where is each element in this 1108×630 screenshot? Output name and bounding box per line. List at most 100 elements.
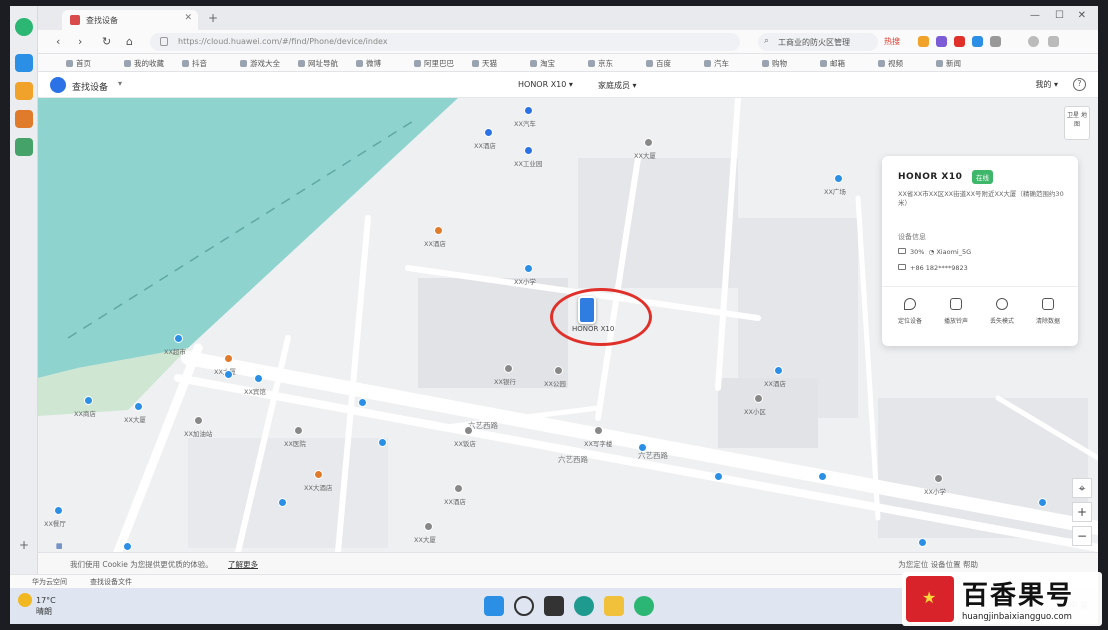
- poi-marker-icon[interactable]: [774, 366, 783, 375]
- cookie-learn-more-link[interactable]: 了解更多: [228, 559, 258, 570]
- extension-icon[interactable]: [954, 36, 965, 47]
- search-icon[interactable]: [514, 596, 534, 616]
- file-explorer-icon[interactable]: [604, 596, 624, 616]
- map-type-toggle[interactable]: 卫星 地图: [1064, 106, 1090, 140]
- bookmark-item[interactable]: 阿里巴巴: [414, 58, 454, 69]
- hot-search-link[interactable]: 热搜: [884, 36, 900, 47]
- poi-marker-icon[interactable]: [464, 426, 473, 435]
- poi-marker-icon[interactable]: [834, 174, 843, 183]
- poi-marker-icon[interactable]: [754, 394, 763, 403]
- poi-marker-icon[interactable]: [484, 128, 493, 137]
- download-item[interactable]: 查找设备文件: [90, 577, 132, 587]
- bookmark-item[interactable]: 游戏大全: [240, 58, 280, 69]
- tab-close-icon[interactable]: ✕: [184, 13, 192, 23]
- bookmark-item[interactable]: 天猫: [472, 58, 497, 69]
- rail-doc-icon[interactable]: [15, 138, 33, 156]
- erase-data-button[interactable]: 清除数据: [1026, 298, 1070, 325]
- bookmark-item[interactable]: 首页: [66, 58, 91, 69]
- extension-icon[interactable]: [918, 36, 929, 47]
- poi-marker-icon[interactable]: [123, 542, 132, 551]
- poi-marker-icon[interactable]: [554, 366, 563, 375]
- device-selector[interactable]: HONOR X10 ▾: [518, 80, 573, 89]
- rail-add-icon[interactable]: +: [19, 538, 29, 552]
- poi-marker-icon[interactable]: [424, 522, 433, 531]
- poi-marker-icon[interactable]: [194, 416, 203, 425]
- zoom-out-button[interactable]: −: [1072, 526, 1092, 546]
- bookmark-item[interactable]: 汽车: [704, 58, 729, 69]
- poi-marker-icon[interactable]: [1038, 498, 1047, 507]
- extension-icon[interactable]: [972, 36, 983, 47]
- bookmark-item[interactable]: 微博: [356, 58, 381, 69]
- rail-game-icon[interactable]: [15, 110, 33, 128]
- search-input[interactable]: ⌕ 工商业的防火区管理: [758, 33, 878, 51]
- locate-button[interactable]: ⌖: [1072, 478, 1092, 498]
- poi-marker-icon[interactable]: [818, 472, 827, 481]
- bookmark-item[interactable]: 视频: [878, 58, 903, 69]
- new-tab-button[interactable]: +: [208, 11, 218, 25]
- bookmark-item[interactable]: 抖音: [182, 58, 207, 69]
- poi-marker-icon[interactable]: [594, 426, 603, 435]
- poi-marker-icon[interactable]: [644, 138, 653, 147]
- tab-find-device[interactable]: 查找设备 ✕: [62, 10, 198, 30]
- poi-marker-icon[interactable]: [358, 398, 367, 407]
- account-menu[interactable]: 我的 ▾: [1035, 79, 1058, 90]
- rail-app-icon[interactable]: [15, 54, 33, 72]
- poi-marker-icon[interactable]: [524, 146, 533, 155]
- poi-marker-icon[interactable]: [918, 538, 927, 547]
- bookmark-item[interactable]: 新闻: [936, 58, 961, 69]
- bookmark-item[interactable]: 我的收藏: [124, 58, 164, 69]
- back-icon[interactable]: ‹: [56, 35, 60, 48]
- poi-marker-icon[interactable]: [934, 474, 943, 483]
- poi-marker-icon[interactable]: [434, 226, 443, 235]
- cookie-right-links[interactable]: 为您定位 设备位置 帮助: [898, 559, 978, 570]
- bookmark-item[interactable]: 购物: [762, 58, 787, 69]
- poi-marker-icon[interactable]: [714, 472, 723, 481]
- poi-marker-icon[interactable]: [224, 370, 233, 379]
- zoom-in-button[interactable]: +: [1072, 502, 1092, 522]
- bookmark-item[interactable]: 京东: [588, 58, 613, 69]
- url-input[interactable]: https://cloud.huawei.com/#/find/Phone/de…: [150, 33, 740, 51]
- bookmark-item[interactable]: 淘宝: [530, 58, 555, 69]
- help-icon[interactable]: ?: [1073, 78, 1086, 91]
- edge-icon[interactable]: [574, 596, 594, 616]
- browser-taskbar-icon[interactable]: [634, 596, 654, 616]
- poi-marker-icon[interactable]: [314, 470, 323, 479]
- bookmark-item[interactable]: 网址导航: [298, 58, 338, 69]
- poi-marker-icon[interactable]: [174, 334, 183, 343]
- poi-marker-icon[interactable]: [254, 374, 263, 383]
- download-item[interactable]: 华为云空间: [32, 577, 67, 587]
- poi-marker-icon[interactable]: [524, 106, 533, 115]
- browser-logo-icon[interactable]: [15, 18, 33, 36]
- rail-folder-icon[interactable]: [15, 82, 33, 100]
- poi-marker-icon[interactable]: [454, 484, 463, 493]
- task-view-icon[interactable]: [544, 596, 564, 616]
- lost-mode-button[interactable]: 丢失模式: [980, 298, 1024, 325]
- bookmark-item[interactable]: 邮箱: [820, 58, 845, 69]
- poi-marker-icon[interactable]: [84, 396, 93, 405]
- poi-marker-icon[interactable]: [294, 426, 303, 435]
- extension-icon[interactable]: [936, 36, 947, 47]
- settings-icon[interactable]: [1028, 36, 1039, 47]
- forward-icon[interactable]: ›: [78, 35, 82, 48]
- weather-widget[interactable]: 17°C 晴朗: [18, 593, 56, 617]
- poi-marker-icon[interactable]: [638, 443, 647, 452]
- poi-marker-icon[interactable]: [54, 506, 63, 515]
- reload-icon[interactable]: ↻: [102, 35, 111, 48]
- poi-marker-icon[interactable]: [524, 264, 533, 273]
- start-icon[interactable]: [484, 596, 504, 616]
- poi-marker-icon[interactable]: [504, 364, 513, 373]
- member-selector[interactable]: 家庭成员 ▾: [598, 80, 637, 91]
- maximize-icon[interactable]: ☐: [1055, 10, 1064, 21]
- menu-icon[interactable]: [1048, 36, 1059, 47]
- chevron-down-icon[interactable]: ▾: [118, 79, 122, 88]
- poi-marker-icon[interactable]: [278, 498, 287, 507]
- close-window-icon[interactable]: ✕: [1078, 10, 1086, 21]
- minimize-icon[interactable]: —: [1030, 10, 1040, 21]
- play-sound-button[interactable]: 播放铃声: [934, 298, 978, 325]
- poi-marker-icon[interactable]: [224, 354, 233, 363]
- home-icon[interactable]: ⌂: [126, 35, 133, 48]
- extension-icon[interactable]: [990, 36, 1001, 47]
- locate-device-button[interactable]: 定位设备: [888, 298, 932, 325]
- poi-marker-icon[interactable]: [134, 402, 143, 411]
- poi-marker-icon[interactable]: [378, 438, 387, 447]
